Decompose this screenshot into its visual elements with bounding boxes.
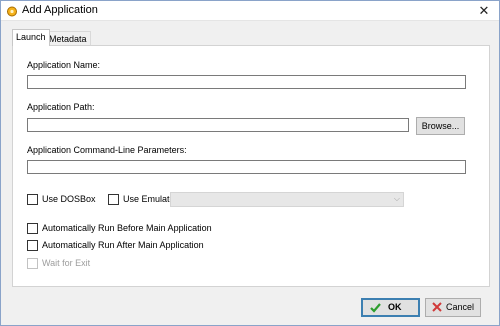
wait-for-exit-checkbox: [27, 258, 38, 269]
use-dosbox-checkbox[interactable]: [27, 194, 38, 205]
add-application-dialog: Add Application ✕ Launch Metadata Applic…: [0, 0, 500, 326]
wait-for-exit-label: Wait for Exit: [42, 258, 91, 268]
browse-button[interactable]: Browse...: [416, 117, 465, 135]
ok-label: OK: [388, 302, 402, 312]
cancel-button[interactable]: Cancel: [425, 298, 481, 317]
close-icon[interactable]: ✕: [475, 2, 493, 20]
tab-metadata[interactable]: Metadata: [45, 31, 91, 46]
cmdline-input[interactable]: [27, 160, 466, 174]
run-before-checkbox[interactable]: [27, 223, 38, 234]
app-name-input[interactable]: [27, 75, 466, 89]
cancel-label: Cancel: [446, 302, 475, 312]
ok-button[interactable]: OK: [361, 298, 420, 317]
use-dosbox-label[interactable]: Use DOSBox: [42, 194, 96, 204]
check-icon: [370, 303, 381, 313]
app-path-input[interactable]: [27, 118, 409, 132]
chevron-down-icon: ⌵: [393, 194, 400, 203]
emulator-select[interactable]: ⌵: [170, 192, 404, 207]
cmdline-label: Application Command-Line Parameters:: [27, 145, 187, 155]
run-after-checkbox[interactable]: [27, 240, 38, 251]
window-title: Add Application: [22, 4, 98, 16]
use-emulator-checkbox[interactable]: [108, 194, 119, 205]
run-before-label[interactable]: Automatically Run Before Main Applicatio…: [42, 223, 212, 233]
run-after-label[interactable]: Automatically Run After Main Application: [42, 240, 204, 250]
app-path-label: Application Path:: [27, 102, 95, 112]
app-icon: [7, 6, 17, 17]
x-icon: [432, 302, 442, 312]
app-name-label: Application Name:: [27, 60, 101, 70]
tab-launch[interactable]: Launch: [12, 29, 50, 46]
title-bar[interactable]: Add Application ✕: [1, 1, 499, 21]
